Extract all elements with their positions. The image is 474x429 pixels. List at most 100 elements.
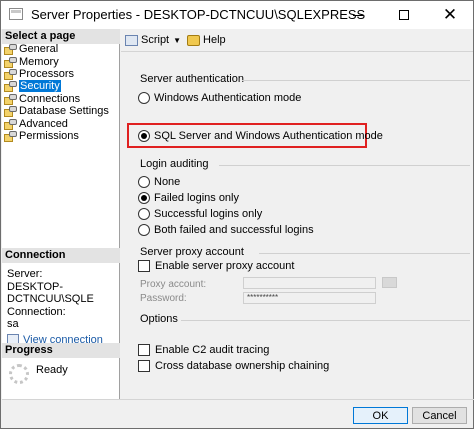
radio-button: [138, 224, 150, 236]
page-item-general[interactable]: General: [4, 43, 119, 56]
radio-button: [138, 130, 150, 142]
login-auditing-title: Login auditing: [140, 158, 209, 170]
page-item-label: Processors: [19, 67, 75, 80]
page-item-label: Connections: [19, 92, 81, 105]
script-icon: [125, 34, 138, 46]
checkbox: [138, 360, 150, 372]
wrench-icon: [4, 68, 17, 80]
close-icon: ✕: [442, 5, 458, 24]
group-divider: [242, 80, 470, 81]
page-item-security[interactable]: Security: [4, 80, 119, 93]
connection-properties-icon: [7, 333, 19, 344]
script-dropdown-arrow-icon[interactable]: ▼: [173, 36, 181, 45]
help-button[interactable]: Help: [187, 34, 226, 46]
wrench-icon: [4, 44, 17, 56]
radio-button: [138, 208, 150, 220]
page-item-permissions[interactable]: Permissions: [4, 130, 119, 142]
wrench-icon: [4, 93, 17, 105]
wrench-icon: [4, 106, 17, 118]
wrench-icon: [4, 130, 17, 142]
page-item-label: General: [19, 43, 59, 56]
page-item-memory[interactable]: Memory: [4, 55, 119, 68]
mixed-auth-mode-radio[interactable]: SQL Server and Windows Authentication mo…: [138, 130, 383, 142]
audit-failed-only-label: Failed logins only: [154, 192, 239, 204]
page-item-label: Memory: [19, 55, 59, 68]
radio-button: [138, 92, 150, 104]
bottom-separator: [2, 399, 474, 400]
server-properties-window: Server Properties - DESKTOP-DCTNCUU\SQLE…: [0, 0, 474, 429]
maximize-icon: [399, 10, 409, 20]
audit-failed-only-radio[interactable]: Failed logins only: [138, 192, 239, 204]
progress-header: Progress: [2, 343, 120, 358]
minimize-button[interactable]: [335, 1, 381, 29]
options-title: Options: [140, 313, 178, 325]
progress-status: Ready: [36, 364, 68, 376]
audit-successful-only-label: Successful logins only: [154, 208, 263, 220]
connection-label: Connection:: [7, 305, 66, 318]
right-pane: Script ▼ Help Server authentication Wind…: [121, 29, 473, 399]
wrench-icon: [4, 81, 17, 93]
page-item-label: Advanced: [19, 117, 68, 130]
radio-button: [138, 176, 150, 188]
audit-successful-only-radio[interactable]: Successful logins only: [138, 208, 262, 220]
toolbar: Script ▼ Help: [121, 29, 473, 51]
wrench-icon: [4, 56, 17, 68]
connection-info: Server: DESKTOP-DCTNCUU\SQLE Connection:…: [7, 268, 119, 346]
password-label: Password:: [140, 293, 187, 304]
proxy-account-browse-button[interactable]: [382, 277, 397, 288]
page-item-label: Security: [19, 80, 61, 93]
left-pane: Select a page General Memory Processors …: [2, 29, 120, 399]
c2-audit-checkbox[interactable]: Enable C2 audit tracing: [138, 344, 269, 356]
page-item-database-settings[interactable]: Database Settings: [4, 105, 119, 118]
server-authentication-title: Server authentication: [140, 73, 244, 85]
help-label: Help: [203, 34, 226, 46]
proxy-account-title: Server proxy account: [140, 246, 244, 258]
checkbox: [138, 260, 150, 272]
script-button[interactable]: Script: [125, 34, 169, 46]
cancel-button[interactable]: Cancel: [412, 407, 467, 424]
enable-proxy-checkbox[interactable]: Enable server proxy account: [138, 260, 294, 272]
connection-value: sa: [7, 318, 19, 330]
page-item-label: Database Settings: [19, 105, 109, 118]
checkbox: [138, 344, 150, 356]
mixed-auth-mode-label: SQL Server and Windows Authentication mo…: [154, 130, 383, 142]
page-item-connections[interactable]: Connections: [4, 93, 119, 105]
progress-spinner-icon: [9, 364, 29, 384]
proxy-account-label: Proxy account:: [140, 279, 207, 290]
page-item-processors[interactable]: Processors: [4, 68, 119, 80]
page-item-advanced[interactable]: Advanced: [4, 117, 119, 130]
page-list: General Memory Processors Security Conne…: [4, 43, 119, 142]
radio-button: [138, 192, 150, 204]
group-divider: [219, 165, 470, 166]
group-divider: [181, 320, 470, 321]
page-item-label: Permissions: [19, 129, 79, 142]
windows-auth-mode-label: Windows Authentication mode: [154, 92, 302, 104]
ok-button[interactable]: OK: [353, 407, 408, 424]
title-bar: Server Properties - DESKTOP-DCTNCUU\SQLE…: [1, 1, 473, 29]
audit-both-radio[interactable]: Both failed and successful logins: [138, 224, 314, 236]
server-label: Server:: [7, 268, 43, 280]
audit-both-label: Both failed and successful logins: [154, 224, 314, 236]
minimize-icon: [353, 14, 363, 16]
close-button[interactable]: ✕: [427, 1, 473, 29]
audit-none-radio[interactable]: None: [138, 176, 180, 188]
windows-auth-mode-radio[interactable]: Windows Authentication mode: [138, 92, 301, 104]
cross-db-chaining-label: Cross database ownership chaining: [155, 360, 330, 372]
server-value: DESKTOP-DCTNCUU\SQLE: [7, 280, 94, 306]
c2-audit-label: Enable C2 audit tracing: [155, 344, 270, 356]
script-label: Script: [141, 34, 170, 46]
connection-header: Connection: [2, 248, 120, 263]
audit-none-label: None: [154, 176, 181, 188]
maximize-button[interactable]: [381, 1, 427, 29]
proxy-account-field[interactable]: [243, 277, 376, 289]
window-title: Server Properties - DESKTOP-DCTNCUU\SQLE…: [31, 7, 366, 22]
wrench-icon: [4, 118, 17, 130]
security-page-content: Server authentication Windows Authentica…: [121, 52, 473, 399]
window-app-icon: [9, 8, 23, 20]
help-icon: [187, 34, 201, 46]
select-page-header: Select a page: [2, 29, 120, 44]
enable-proxy-label: Enable server proxy account: [155, 260, 295, 272]
cross-db-chaining-checkbox[interactable]: Cross database ownership chaining: [138, 360, 329, 372]
password-field[interactable]: **********: [243, 292, 376, 304]
group-divider: [259, 253, 470, 254]
